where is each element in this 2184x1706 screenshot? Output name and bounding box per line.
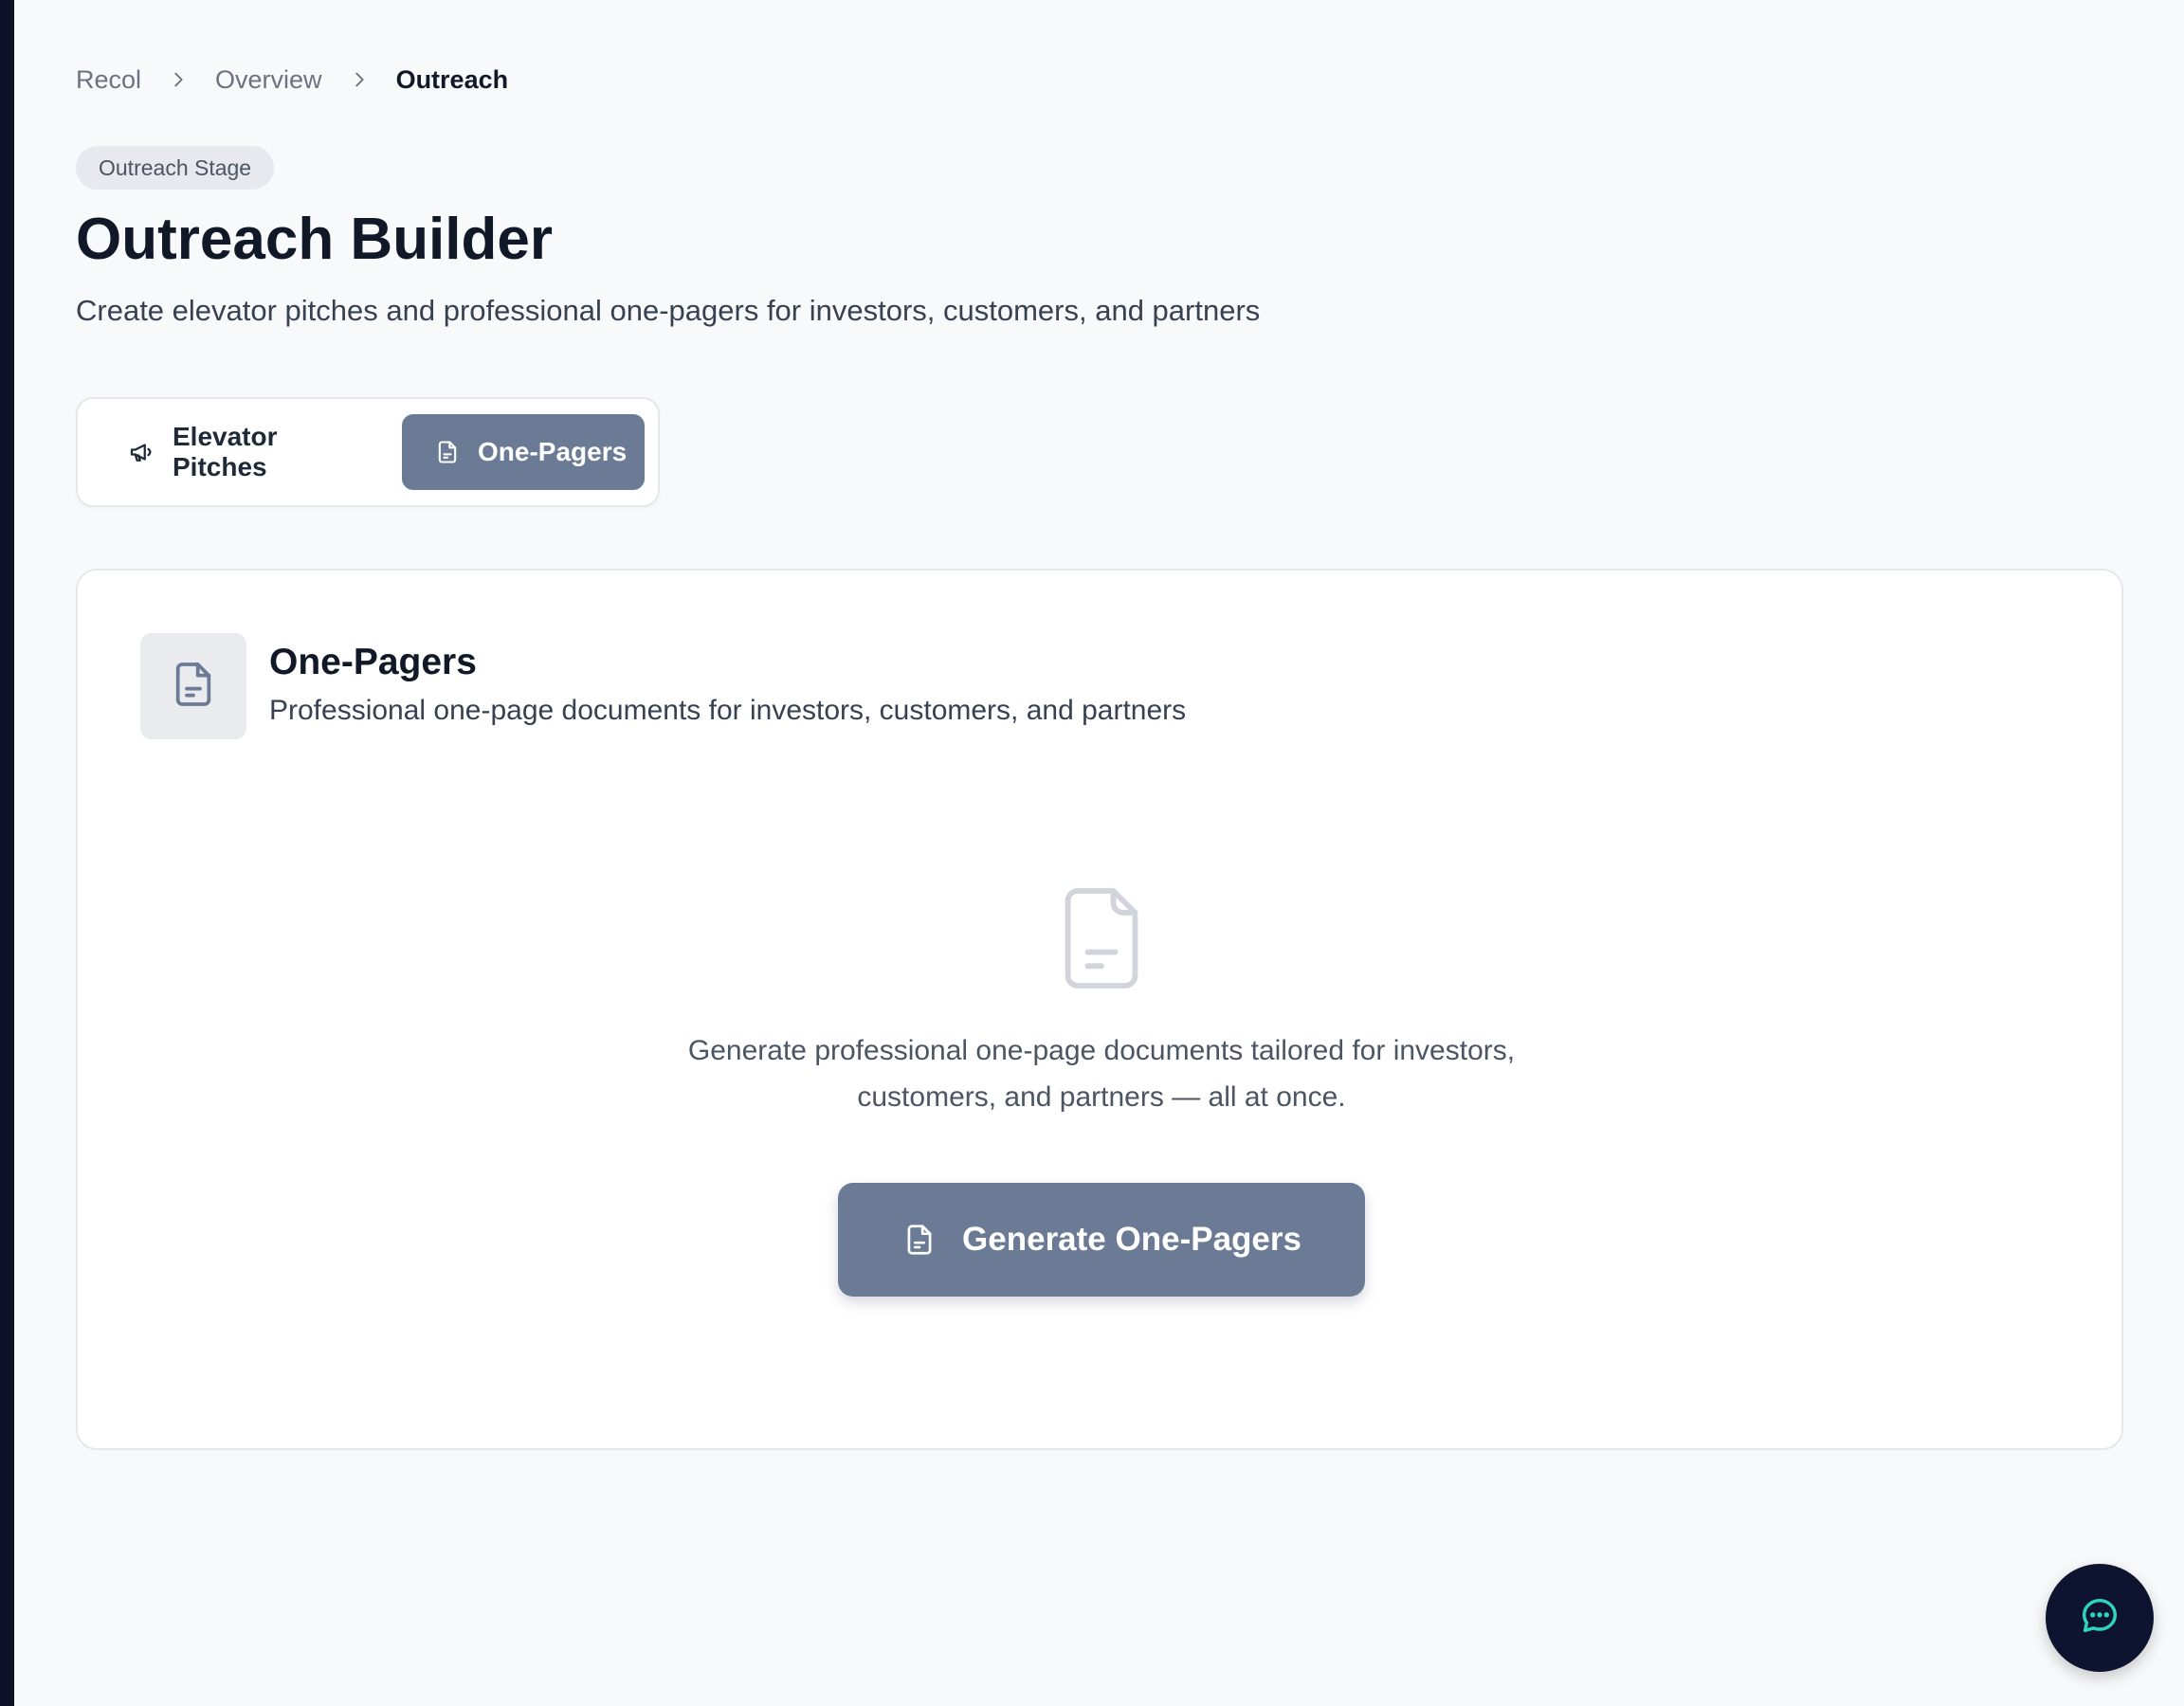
chat-bubble-icon bbox=[2078, 1594, 2121, 1642]
card-title: One-Pagers bbox=[269, 642, 477, 682]
breadcrumb-item-recol[interactable]: Recol bbox=[76, 65, 141, 95]
tab-one-pagers[interactable]: One-Pagers bbox=[402, 414, 645, 490]
chat-fab-button[interactable] bbox=[2046, 1564, 2154, 1672]
chevron-right-icon bbox=[347, 67, 372, 92]
empty-state-line-1: Generate professional one-page documents… bbox=[687, 1035, 1516, 1066]
empty-state-text: Generate professional one-page documents… bbox=[628, 1027, 1575, 1120]
breadcrumb-item-overview[interactable]: Overview bbox=[215, 65, 322, 95]
empty-state-line-2: customers, and partners — all at once. bbox=[857, 1081, 1346, 1113]
card-icon-box bbox=[140, 633, 246, 739]
breadcrumb-item-outreach: Outreach bbox=[395, 64, 509, 94]
chevron-right-icon bbox=[166, 67, 191, 92]
tab-bar: Elevator Pitches One-Pagers bbox=[76, 397, 660, 507]
file-text-icon bbox=[901, 1219, 937, 1261]
generate-button-label: Generate One-Pagers bbox=[962, 1221, 1301, 1258]
tab-elevator-pitches[interactable]: Elevator Pitches bbox=[93, 414, 368, 490]
tab-one-pagers-label: One-Pagers bbox=[478, 437, 628, 466]
one-pagers-card: One-Pagers Professional one-page documen… bbox=[76, 569, 2123, 1450]
page-subtitle: Create elevator pitches and professional… bbox=[76, 294, 1261, 327]
file-text-icon bbox=[1054, 881, 1149, 995]
stage-badge: Outreach Stage bbox=[76, 146, 275, 190]
tab-elevator-pitches-label: Elevator Pitches bbox=[173, 422, 278, 481]
megaphone-icon bbox=[127, 438, 155, 466]
card-description: Professional one-page documents for inve… bbox=[269, 695, 1187, 726]
left-edge-strip bbox=[0, 0, 14, 1706]
breadcrumb: Recol Overview Outreach bbox=[76, 61, 508, 99]
file-text-icon bbox=[167, 655, 220, 718]
generate-one-pagers-button[interactable]: Generate One-Pagers bbox=[838, 1183, 1365, 1297]
page-title: Outreach Builder bbox=[76, 207, 553, 272]
file-text-icon bbox=[434, 438, 461, 466]
page: Recol Overview Outreach Outreach Stage O… bbox=[0, 0, 2184, 1706]
